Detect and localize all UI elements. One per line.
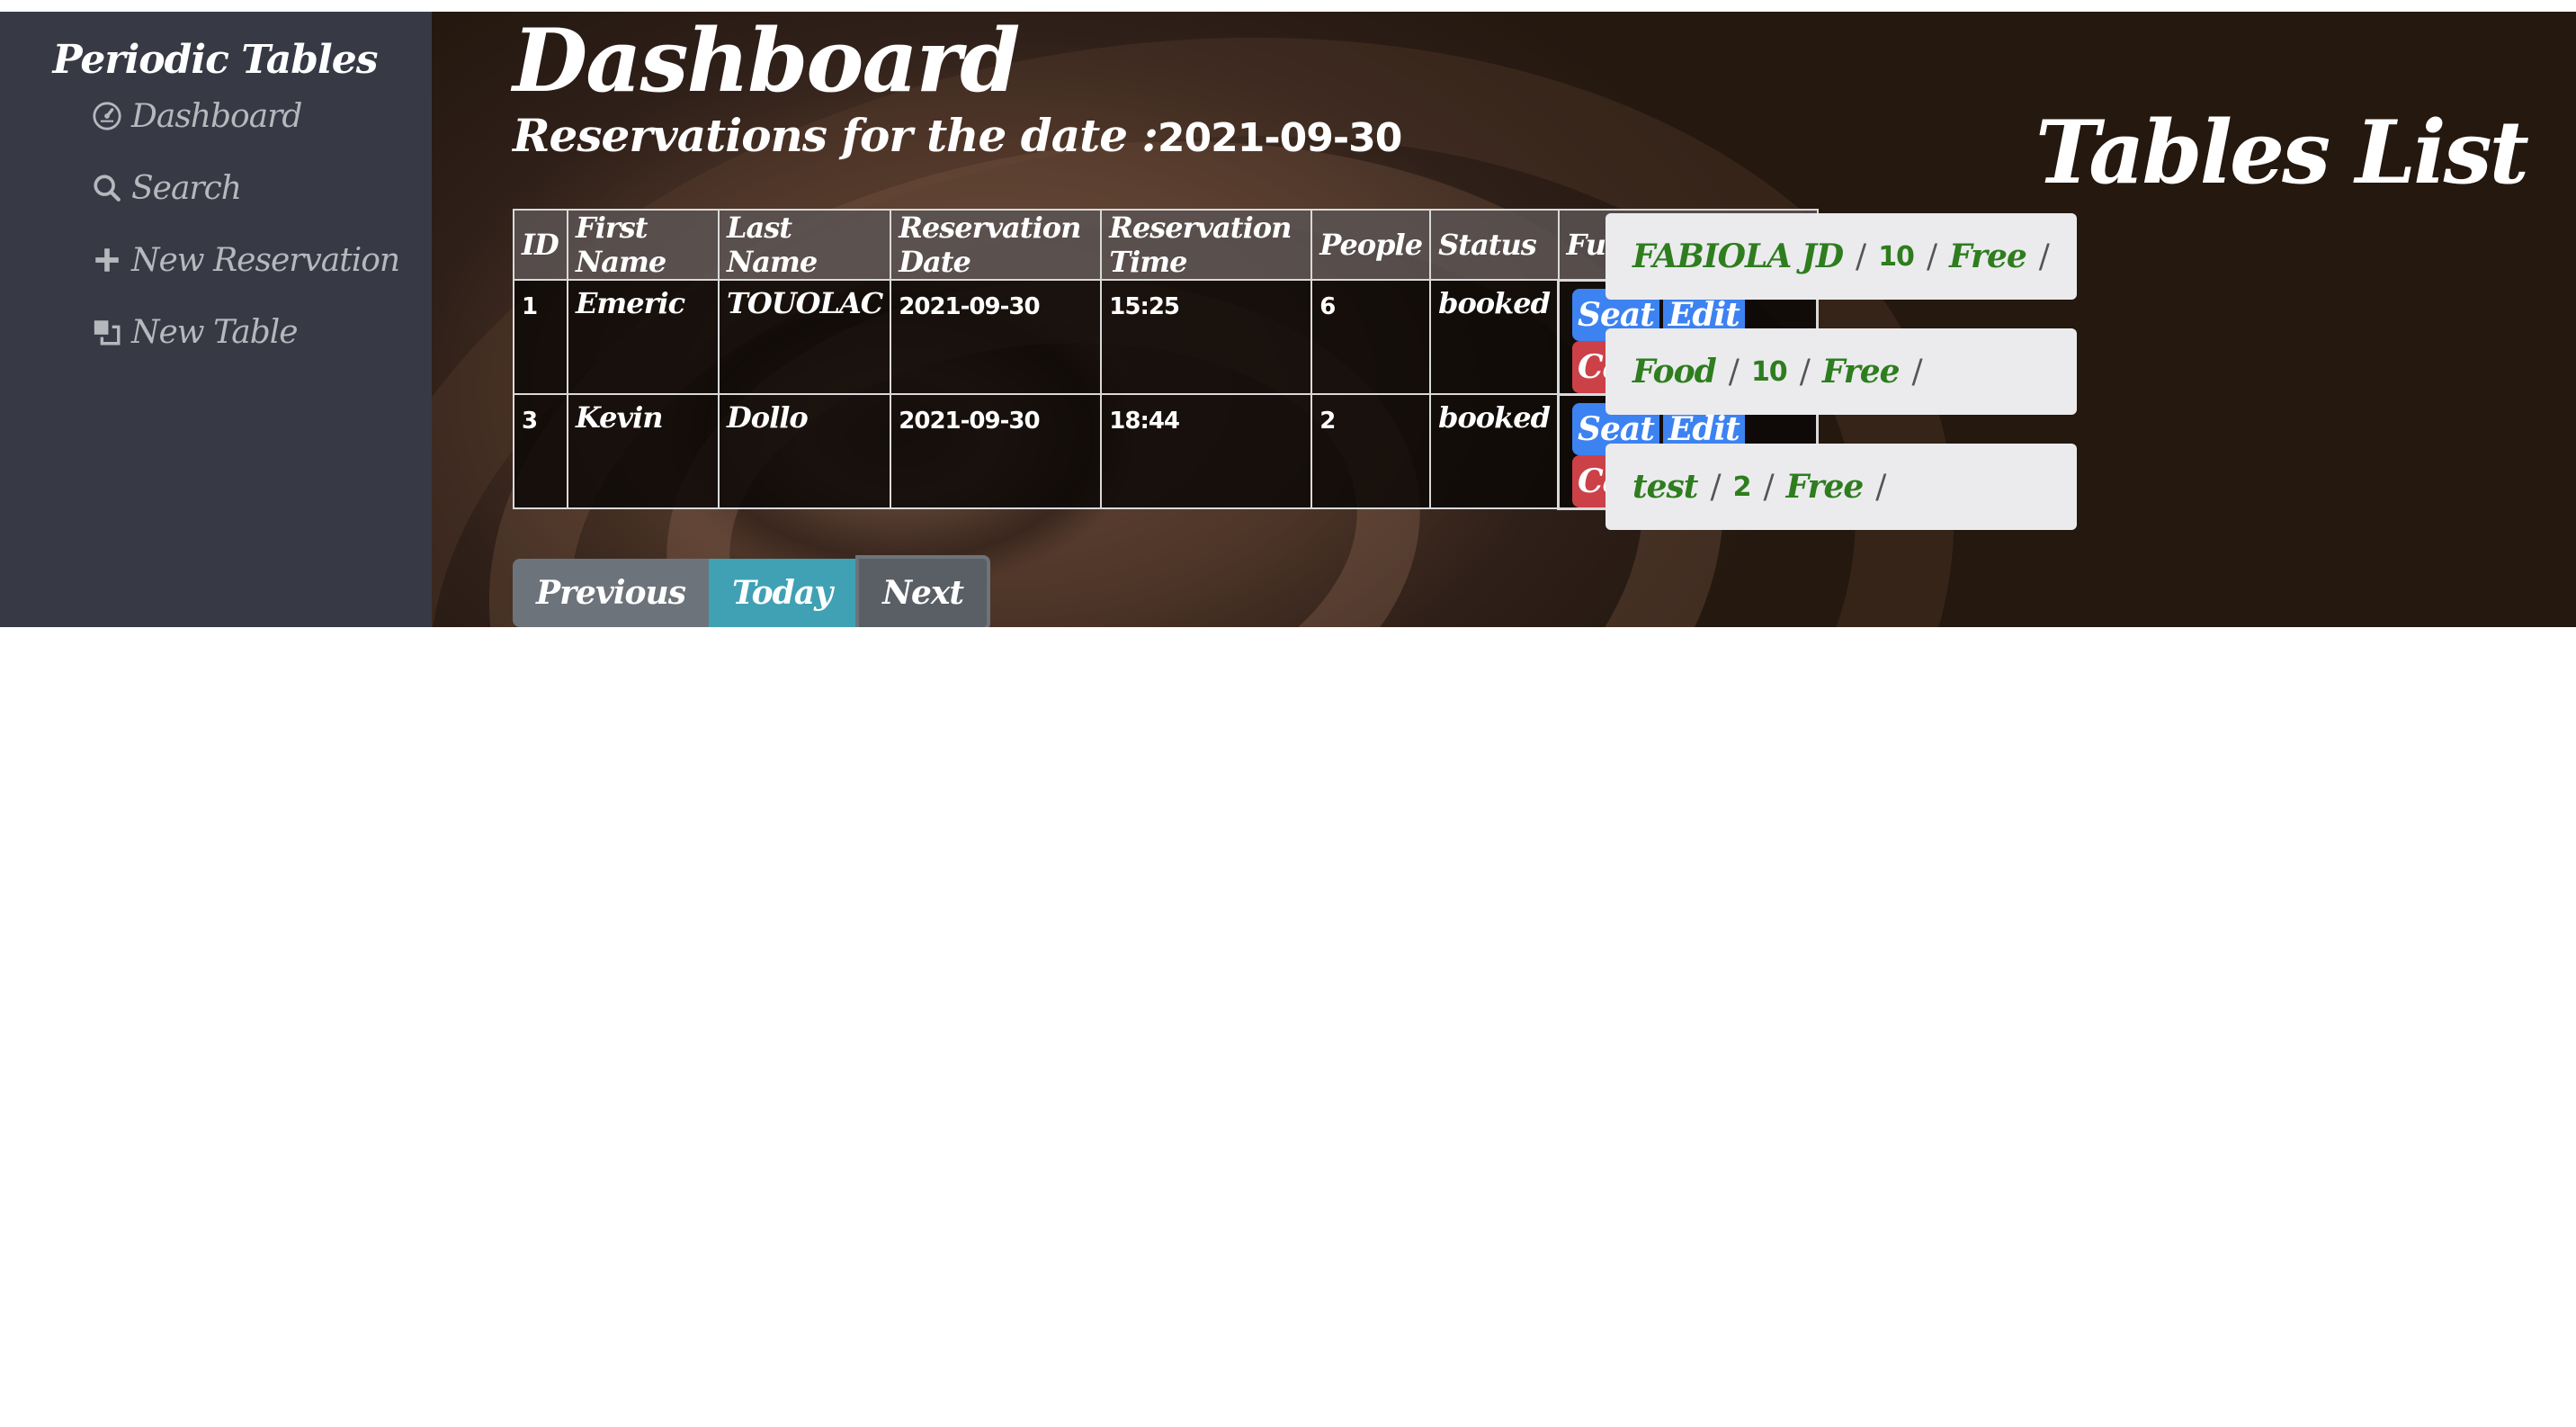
table-status: Free — [1949, 238, 2027, 275]
cell-last-name: Dollo — [717, 393, 892, 509]
table-status: Free — [1821, 353, 1901, 390]
separator: / — [1728, 353, 1740, 390]
table-icon — [92, 317, 122, 347]
column-header-last-name: Last Name — [717, 209, 892, 281]
table-name: Food — [1632, 353, 1717, 390]
separator: / — [1799, 353, 1811, 390]
separator: / — [1926, 238, 1937, 275]
sidebar-item-search[interactable]: Search — [0, 152, 432, 224]
cell-status: booked — [1429, 393, 1560, 509]
cell-time: 15:25 — [1100, 279, 1313, 395]
cell-id: 1 — [513, 279, 568, 395]
cell-last-name: TOUOLAC — [717, 279, 892, 395]
cell-people: 6 — [1310, 279, 1432, 395]
top-strip — [0, 0, 2576, 12]
sidebar-item-new-table[interactable]: New Table — [0, 296, 432, 368]
table-card[interactable]: Food / 10 / Free / — [1606, 328, 2077, 415]
table-name: FABIOLA JD — [1632, 238, 1844, 275]
date-pager: Previous Today Next — [513, 555, 990, 627]
column-header-status: Status — [1429, 209, 1560, 281]
dashboard-gauge-icon — [92, 101, 122, 131]
separator: / — [2038, 238, 2050, 275]
separator: / — [1710, 468, 1721, 506]
cell-people: 2 — [1310, 393, 1432, 509]
next-button[interactable]: Next — [855, 555, 990, 627]
sidebar: Periodic Tables Dashboard Search New Res… — [0, 12, 432, 627]
column-header-reservation-time: Reservation Time — [1100, 209, 1313, 281]
tables-list-title: Tables List : — [2035, 102, 2529, 305]
sidebar-item-label: Search — [131, 169, 242, 207]
table-status: Free — [1785, 468, 1865, 506]
column-header-people: People — [1310, 209, 1432, 281]
dashboard-main: Dashboard Reservations for the date :202… — [432, 12, 2576, 627]
cell-time: 18:44 — [1100, 393, 1313, 509]
reservations-date-value: 2021-09-30 — [1157, 115, 1402, 161]
reservations-date-label: Reservations for the date : — [513, 109, 1158, 162]
column-header-reservation-date: Reservation Date — [890, 209, 1103, 281]
today-button[interactable]: Today — [709, 559, 856, 627]
page-title: Dashboard — [513, 12, 1020, 112]
sidebar-item-new-reservation[interactable]: New Reservation — [0, 224, 432, 296]
separator: / — [1763, 468, 1774, 506]
column-header-id: ID — [513, 209, 568, 281]
cell-date: 2021-09-30 — [890, 393, 1103, 509]
cell-status: booked — [1429, 279, 1560, 395]
column-header-first-name: First Name — [567, 209, 720, 281]
table-card[interactable]: test / 2 / Free / — [1606, 444, 2077, 530]
table-capacity: 2 — [1732, 471, 1752, 503]
sidebar-item-dashboard[interactable]: Dashboard — [0, 80, 432, 152]
table-capacity: 10 — [1878, 240, 1915, 273]
previous-button[interactable]: Previous — [513, 559, 709, 627]
plus-icon — [92, 245, 122, 275]
sidebar-item-label: Dashboard — [131, 97, 302, 135]
cell-first-name: Kevin — [567, 393, 720, 509]
sidebar-item-label: New Reservation — [131, 241, 400, 279]
cell-first-name: Emeric — [567, 279, 720, 395]
sidebar-item-label: New Table — [131, 313, 299, 351]
cell-id: 3 — [513, 393, 568, 509]
separator: / — [1856, 238, 1866, 275]
separator: / — [1911, 353, 1923, 390]
brand-title[interactable]: Periodic Tables — [0, 24, 432, 83]
table-capacity: 10 — [1750, 355, 1788, 388]
separator: / — [1875, 468, 1886, 506]
table-card[interactable]: FABIOLA JD / 10 / Free / — [1606, 213, 2077, 300]
search-icon — [92, 173, 122, 203]
table-name: test — [1632, 468, 1698, 506]
app-shell: Periodic Tables Dashboard Search New Res… — [0, 12, 2576, 627]
cell-date: 2021-09-30 — [890, 279, 1103, 395]
reservations-date-heading: Reservations for the date :2021-09-30 — [513, 109, 1402, 162]
